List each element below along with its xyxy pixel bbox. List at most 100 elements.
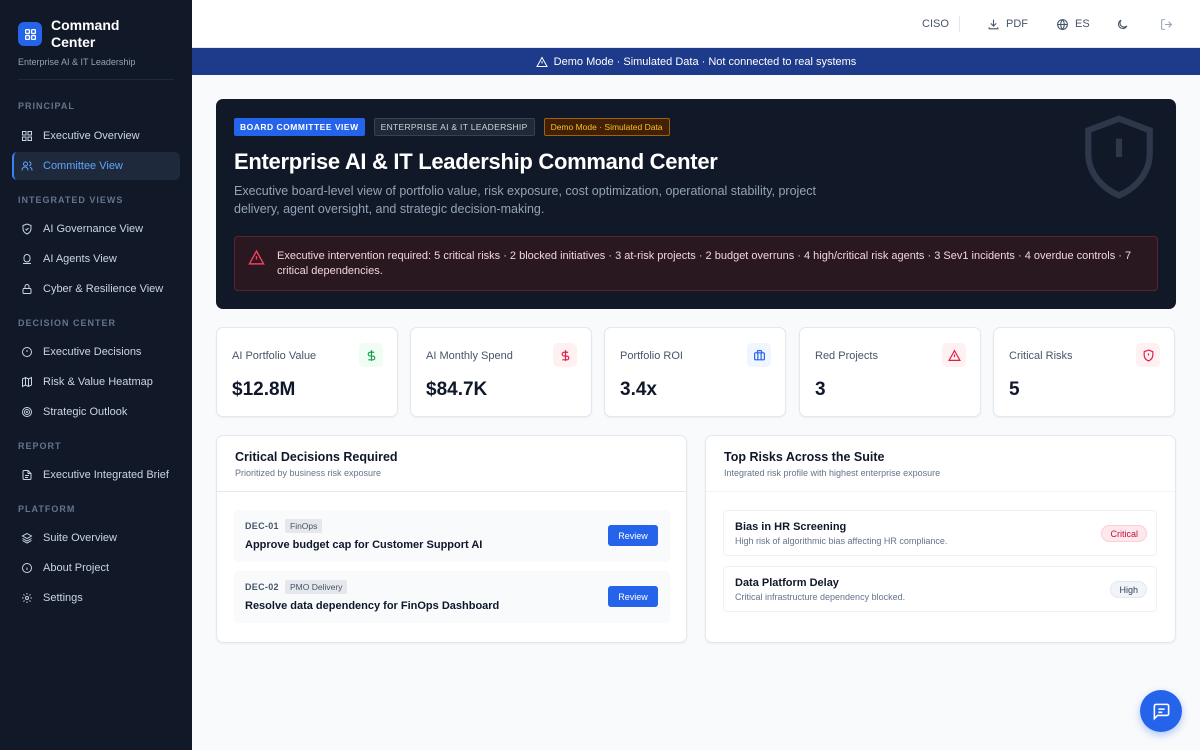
- chat-icon: [1153, 703, 1169, 721]
- severity-badge: High: [1110, 581, 1147, 598]
- brand[interactable]: Command Center: [0, 0, 192, 51]
- hero-panel: BOARD COMMITTEE VIEW ENTERPRISE AI & IT …: [216, 99, 1176, 309]
- sidebar-item-cyber-resilience-view[interactable]: Cyber & Resilience View: [12, 275, 180, 303]
- sidebar-item-executive-overview[interactable]: Executive Overview: [12, 122, 180, 150]
- pdf-button[interactable]: PDF: [987, 0, 1028, 48]
- panel-subtitle: Prioritized by business risk exposure: [235, 468, 382, 478]
- shield-icon: [22, 223, 32, 235]
- panel-divider: [706, 491, 1175, 492]
- decision-title: Approve budget cap for Customer Support …: [245, 539, 483, 551]
- grid-icon: [22, 131, 32, 141]
- kpi-label: Red Projects: [815, 350, 878, 362]
- kpi-label: AI Portfolio Value: [232, 350, 317, 362]
- kpi-value: $84.7K: [426, 379, 488, 400]
- sidebar-item-executive-integrated-brief[interactable]: Executive Integrated Brief: [12, 461, 180, 489]
- sidebar: Command Center Enterprise AI & IT Leader…: [0, 0, 192, 750]
- section-label-platform: PLATFORM: [18, 504, 76, 514]
- sidebar-item-label: Executive Overview: [43, 130, 140, 142]
- sidebar-item-label: Strategic Outlook: [43, 406, 128, 418]
- warning-icon: [942, 343, 966, 367]
- kpi-card-ai-portfolio-value[interactable]: AI Portfolio Value $12.8M: [216, 327, 398, 417]
- sidebar-item-strategic-outlook[interactable]: Strategic Outlook: [12, 398, 180, 426]
- review-button[interactable]: Review: [608, 586, 658, 607]
- risk-title: Bias in HR Screening: [735, 521, 847, 533]
- risk-description: Critical infrastructure dependency block…: [735, 592, 906, 602]
- sidebar-item-committee-view[interactable]: Committee View: [12, 152, 180, 180]
- pdf-label: PDF: [1006, 18, 1028, 30]
- logout-button[interactable]: [1160, 0, 1179, 48]
- decision-tag: PMO Delivery: [285, 580, 348, 594]
- chat-button[interactable]: [1140, 690, 1182, 732]
- topbar-divider: [959, 16, 960, 32]
- top-bar: CISO PDF ES: [192, 0, 1200, 48]
- shield-alert-icon: [1136, 343, 1160, 367]
- sidebar-item-label: Settings: [43, 592, 83, 604]
- kpi-card-red-projects[interactable]: Red Projects 3: [799, 327, 981, 417]
- kpi-value: 5: [1009, 379, 1020, 400]
- severity-badge: Critical: [1101, 525, 1147, 542]
- users-icon: [21, 161, 33, 171]
- risk-item[interactable]: Bias in HR Screening High risk of algori…: [723, 510, 1157, 556]
- brand-title: Command Center: [51, 17, 120, 50]
- kpi-label: Critical Risks: [1009, 350, 1073, 362]
- layers-icon: [21, 532, 33, 544]
- dashboard-logo-icon: [18, 22, 42, 46]
- sidebar-item-label: Risk & Value Heatmap: [43, 376, 153, 388]
- review-button[interactable]: Review: [608, 525, 658, 546]
- info-icon: [22, 563, 32, 573]
- section-label-principal: PRINCIPAL: [18, 101, 75, 111]
- download-icon: [988, 19, 999, 29]
- kpi-label: Portfolio ROI: [620, 350, 683, 362]
- decision-title: Resolve data dependency for FinOps Dashb…: [245, 600, 500, 612]
- language-button[interactable]: ES: [1056, 0, 1090, 48]
- sidebar-item-label: About Project: [43, 562, 110, 574]
- shield-alert-icon: [1085, 115, 1153, 199]
- decision-id: DEC-02: [245, 582, 279, 592]
- brand-subtitle: Enterprise AI & IT Leadership: [18, 57, 136, 67]
- sidebar-item-settings[interactable]: Settings: [12, 584, 180, 612]
- briefcase-icon: [747, 343, 771, 367]
- sidebar-item-label: Committee View: [43, 160, 123, 172]
- panel-title: Critical Decisions Required: [235, 450, 398, 464]
- globe-icon: [1057, 18, 1068, 30]
- kpi-card-ai-monthly-spend[interactable]: AI Monthly Spend $84.7K: [410, 327, 592, 417]
- risk-description: High risk of algorithmic bias affecting …: [735, 536, 948, 546]
- target-icon: [22, 407, 32, 417]
- kpi-label: AI Monthly Spend: [426, 350, 513, 362]
- sidebar-item-risk-value-heatmap[interactable]: Risk & Value Heatmap: [12, 368, 180, 396]
- decision-item: DEC-01 FinOps Approve budget cap for Cus…: [234, 510, 670, 562]
- sidebar-item-ai-agents-view[interactable]: AI Agents View: [12, 245, 180, 273]
- bot-icon: [23, 253, 31, 264]
- moon-icon: [1117, 19, 1128, 29]
- sidebar-item-suite-overview[interactable]: Suite Overview: [12, 524, 180, 552]
- hero-description: Executive board-level view of portfolio …: [234, 184, 816, 216]
- alert-text: Executive intervention required: 5 criti…: [277, 250, 1132, 277]
- sidebar-item-ai-governance-view[interactable]: AI Governance View: [12, 215, 180, 243]
- theme-toggle-button[interactable]: [1116, 0, 1135, 48]
- sidebar-item-label: Suite Overview: [43, 532, 117, 544]
- top-risks-panel: Top Risks Across the Suite Integrated ri…: [705, 435, 1176, 643]
- sidebar-item-executive-decisions[interactable]: Executive Decisions: [12, 338, 180, 366]
- kpi-value: 3.4x: [620, 379, 657, 400]
- sidebar-item-label: Executive Decisions: [43, 346, 142, 358]
- sidebar-item-about-project[interactable]: About Project: [12, 554, 180, 582]
- kpi-card-portfolio-roi[interactable]: Portfolio ROI 3.4x: [604, 327, 786, 417]
- kpi-card-critical-risks[interactable]: Critical Risks 5: [993, 327, 1175, 417]
- panel-subtitle: Integrated risk profile with highest ent…: [724, 468, 941, 478]
- risk-item[interactable]: Data Platform Delay Critical infrastruct…: [723, 566, 1157, 612]
- dollar-icon: [359, 343, 383, 367]
- kpi-value: $12.8M: [232, 379, 296, 400]
- decision-id: DEC-01: [245, 521, 279, 531]
- section-label-integrated-views: INTEGRATED VIEWS: [18, 195, 124, 205]
- file-icon: [22, 470, 32, 480]
- section-label-decision-center: DECISION CENTER: [18, 318, 117, 328]
- decision-tag: FinOps: [285, 519, 323, 533]
- panel-title: Top Risks Across the Suite: [724, 450, 885, 464]
- warning-icon: [535, 55, 548, 67]
- kpi-value: 3: [815, 379, 826, 400]
- map-icon: [22, 376, 32, 388]
- decision-item: DEC-02 PMO Delivery Resolve data depende…: [234, 571, 670, 623]
- sidebar-item-label: Cyber & Resilience View: [43, 283, 164, 295]
- language-label: ES: [1075, 18, 1090, 30]
- tag-enterprise-ai: ENTERPRISE AI & IT LEADERSHIP: [373, 118, 535, 136]
